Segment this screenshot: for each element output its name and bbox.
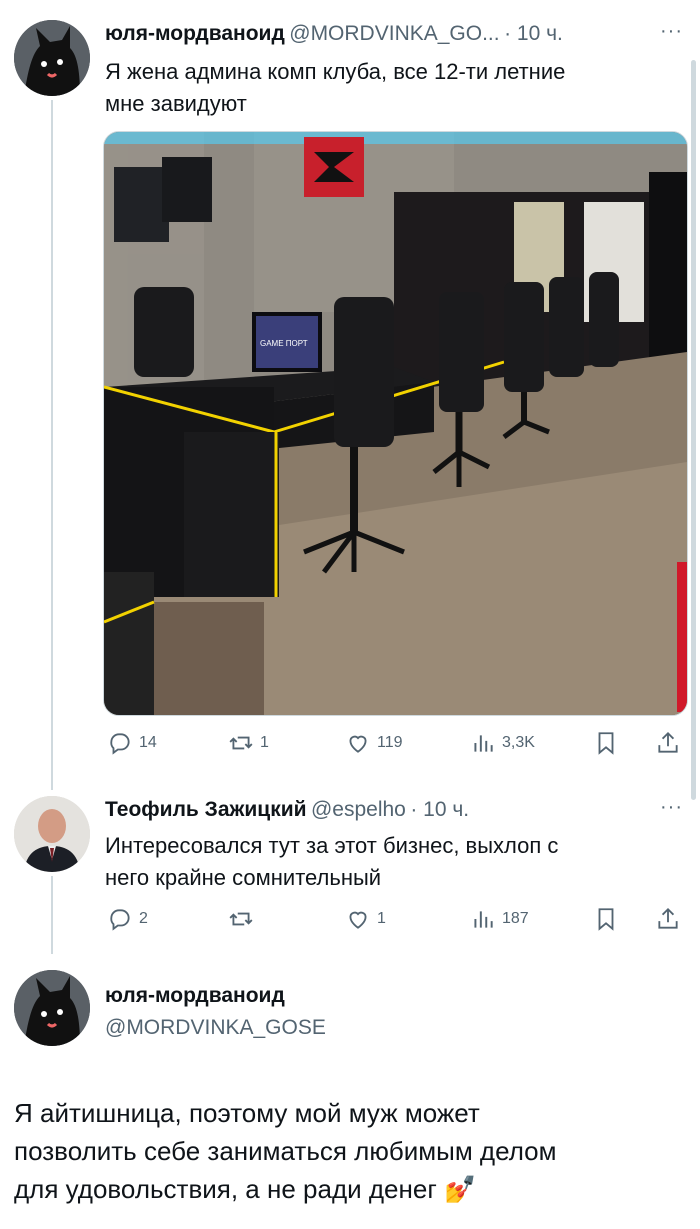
bookmark-icon	[598, 908, 614, 931]
bookmark-button[interactable]	[593, 906, 619, 932]
tweet-text-line: мне завидуют	[105, 91, 247, 116]
bookmark-button[interactable]	[593, 730, 619, 756]
share-icon	[658, 731, 678, 753]
cat-avatar-icon	[14, 970, 90, 1046]
like-icon	[349, 735, 367, 753]
reply-icon	[110, 909, 130, 931]
tweet-text-line: Я жена админа комп клуба, все 12-ти летн…	[105, 59, 566, 84]
views-count: 3,3K	[502, 734, 535, 751]
tweet-text-line: Интересовался тут за этот бизнес, выхлоп…	[105, 833, 559, 858]
avatar-cat[interactable]	[14, 20, 90, 96]
views-count: 187	[502, 910, 529, 927]
tweet-text-line: позволить себе заниматься любимым делом	[14, 1136, 557, 1166]
retweet-button[interactable]	[228, 906, 260, 932]
author-name[interactable]: юля-мордваноид	[105, 984, 285, 1008]
like-button[interactable]: 119	[345, 730, 403, 756]
thread-line-2	[51, 876, 53, 954]
tweet-text-line: него крайне сомнительный	[105, 865, 382, 890]
man-avatar-icon	[14, 796, 90, 872]
views-button[interactable]: 187	[470, 906, 529, 932]
share-button[interactable]	[655, 906, 681, 932]
author-name[interactable]: юля-мордваноид	[105, 22, 285, 45]
tweet-time[interactable]: · 10 ч.	[504, 22, 563, 45]
thread-line-1	[51, 100, 53, 790]
reply-icon	[110, 733, 130, 755]
retweet-count: 1	[260, 734, 269, 751]
like-count: 119	[377, 734, 403, 751]
retweet-button[interactable]: 1	[228, 730, 269, 756]
author-handle[interactable]: @MORDVINKA_GOSE	[105, 1016, 326, 1040]
reply-count: 14	[139, 734, 157, 751]
views-icon	[474, 911, 493, 928]
tweet-text-line: для удовольствия, а не ради денег	[14, 1174, 437, 1204]
tweet-photo[interactable]: GAME ПОРТ	[103, 131, 688, 716]
reply-button[interactable]: 2	[107, 906, 148, 932]
tweet-text-line: Я айтишница, поэтому мой муж может	[14, 1098, 480, 1128]
cat-avatar-icon	[14, 20, 90, 96]
like-button[interactable]: 1	[345, 906, 386, 932]
author-handle[interactable]: @MORDVINKA_GO...	[289, 22, 499, 45]
scrollbar[interactable]	[691, 60, 696, 800]
like-count: 1	[377, 910, 386, 927]
author-handle[interactable]: @espelho	[311, 798, 406, 821]
author-name[interactable]: Теофиль Зажицкий	[105, 798, 307, 821]
share-button[interactable]	[655, 730, 681, 756]
bookmark-icon	[598, 732, 614, 755]
reply-button[interactable]: 14	[107, 730, 157, 756]
like-icon	[349, 911, 367, 929]
tweet-time[interactable]: · 10 ч.	[410, 798, 469, 821]
retweet-icon	[229, 912, 253, 926]
photo-gaming-club-icon: GAME ПОРТ	[104, 132, 687, 715]
nail-polish-icon: 💅	[444, 1174, 477, 1204]
retweet-icon	[229, 736, 253, 750]
views-button[interactable]: 3,3K	[470, 730, 535, 756]
share-icon	[658, 907, 678, 929]
monitor-label: GAME ПОРТ	[260, 339, 308, 348]
avatar-man[interactable]	[14, 796, 90, 872]
more-icon[interactable]: ···	[660, 796, 683, 819]
views-icon	[474, 735, 493, 752]
more-icon[interactable]: ···	[660, 20, 683, 43]
reply-count: 2	[139, 910, 148, 927]
avatar-cat[interactable]	[14, 970, 90, 1046]
